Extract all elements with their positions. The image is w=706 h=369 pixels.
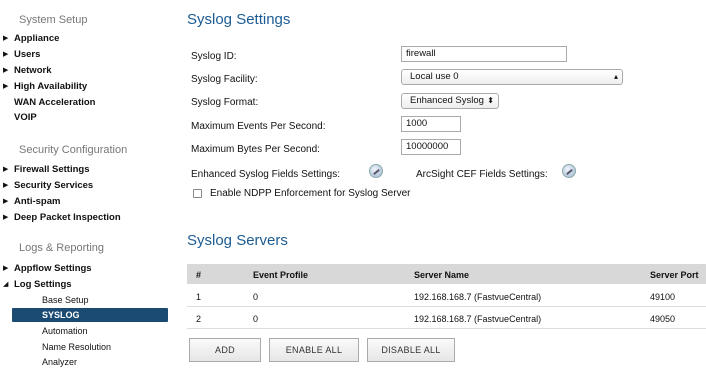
column-header-server-name[interactable]: Server Name — [414, 270, 469, 280]
cell-number: 1 — [196, 292, 202, 302]
sidebar-subitem-analyzer[interactable]: Analyzer — [42, 357, 77, 367]
select-arrows-icon: ⬍ — [487, 96, 494, 105]
ndpp-enforcement-label: Enable NDPP Enforcement for Syslog Serve… — [210, 188, 411, 199]
sidebar-section-system-setup: System Setup — [19, 14, 88, 26]
syslog-format-label: Syslog Format: — [191, 97, 259, 108]
sidebar-subitem-name-resolution[interactable]: Name Resolution — [42, 342, 111, 352]
table-header: # Event Profile Server Name Server Port — [187, 264, 706, 284]
syslog-facility-select[interactable]: Local use 0 ▴ — [401, 69, 623, 85]
column-header-number[interactable]: # — [196, 270, 201, 280]
column-header-server-port[interactable]: Server Port — [650, 270, 699, 280]
disable-all-button[interactable]: DISABLE ALL — [367, 338, 455, 362]
sidebar-subitem-syslog[interactable]: SYSLOG — [12, 308, 168, 322]
sidebar-section-logs-reporting: Logs & Reporting — [19, 242, 104, 254]
expand-arrow-icon: ▶ — [3, 198, 9, 205]
max-bytes-input[interactable]: 10000000 — [401, 139, 461, 155]
sidebar-item-network[interactable]: ▶ Network — [0, 65, 51, 76]
sidebar-item-appflow-settings[interactable]: ▶ Appflow Settings — [0, 263, 92, 274]
table-row[interactable]: 1 0 192.168.168.7 (FastvueCentral) 49100 — [187, 287, 706, 307]
sidebar-item-high-availability[interactable]: ▶ High Availability — [0, 81, 87, 92]
expand-arrow-icon: ▶ — [3, 51, 9, 58]
cell-event-profile: 0 — [253, 314, 259, 324]
syslog-id-label: Syslog ID: — [191, 51, 237, 62]
sidebar-item-voip[interactable]: VOIP — [0, 112, 37, 123]
syslog-format-select[interactable]: Enhanced Syslog ⬍ — [401, 93, 499, 109]
max-bytes-label: Maximum Bytes Per Second: — [191, 144, 320, 155]
syslog-settings-title: Syslog Settings — [187, 11, 291, 28]
expand-arrow-icon: ▶ — [3, 166, 9, 173]
sidebar-section-security-configuration: Security Configuration — [19, 144, 128, 156]
expand-arrow-icon: ▶ — [3, 67, 9, 74]
cell-server-name: 192.168.168.7 (FastvueCentral) — [414, 314, 542, 324]
syslog-facility-label: Syslog Facility: — [191, 74, 258, 85]
sidebar: System Setup ▶ Appliance ▶ Users ▶ Network … — [0, 0, 170, 369]
expand-arrow-icon: ▶ — [3, 35, 9, 42]
collapse-arrow-icon: ◢ — [3, 281, 9, 288]
sidebar-item-users[interactable]: ▶ Users — [0, 49, 40, 60]
expand-arrow-icon: ▶ — [3, 83, 9, 90]
add-button[interactable]: ADD — [189, 338, 261, 362]
cell-number: 2 — [196, 314, 202, 324]
max-events-input[interactable]: 1000 — [401, 116, 461, 132]
expand-arrow-icon: ▶ — [3, 265, 9, 272]
ndpp-enforcement-checkbox[interactable] — [193, 189, 202, 198]
arcsight-cef-configure-icon[interactable] — [562, 164, 576, 178]
sidebar-item-wan-acceleration[interactable]: WAN Acceleration — [0, 97, 95, 108]
max-events-label: Maximum Events Per Second: — [191, 121, 326, 132]
sidebar-item-appliance[interactable]: ▶ Appliance — [0, 33, 59, 44]
expand-arrow-icon: ▶ — [3, 214, 9, 221]
sidebar-subitem-base-setup[interactable]: Base Setup — [42, 295, 89, 305]
sidebar-item-firewall-settings[interactable]: ▶ Firewall Settings — [0, 164, 90, 175]
syslog-id-input[interactable]: firewall — [401, 46, 567, 62]
enable-all-button[interactable]: ENABLE ALL — [269, 338, 359, 362]
arcsight-cef-fields-label: ArcSight CEF Fields Settings: — [416, 169, 548, 180]
cell-server-port: 49100 — [650, 292, 676, 302]
table-row[interactable]: 2 0 192.168.168.7 (FastvueCentral) 49050 — [187, 309, 706, 329]
sidebar-subitem-automation[interactable]: Automation — [42, 326, 88, 336]
sidebar-item-deep-packet-inspection[interactable]: ▶ Deep Packet Inspection — [0, 212, 121, 223]
select-arrows-icon: ▴ — [613, 72, 618, 81]
cell-event-profile: 0 — [253, 292, 259, 302]
sidebar-item-log-settings[interactable]: ◢ Log Settings — [0, 279, 72, 290]
syslog-servers-title: Syslog Servers — [187, 232, 288, 249]
cell-server-name: 192.168.168.7 (FastvueCentral) — [414, 292, 542, 302]
enhanced-syslog-configure-icon[interactable] — [369, 164, 383, 178]
sidebar-item-anti-spam[interactable]: ▶ Anti-spam — [0, 196, 60, 207]
cell-server-port: 49050 — [650, 314, 676, 324]
column-header-event-profile[interactable]: Event Profile — [253, 270, 308, 280]
sidebar-item-security-services[interactable]: ▶ Security Services — [0, 180, 93, 191]
expand-arrow-icon: ▶ — [3, 182, 9, 189]
enhanced-syslog-fields-label: Enhanced Syslog Fields Settings: — [191, 169, 340, 180]
